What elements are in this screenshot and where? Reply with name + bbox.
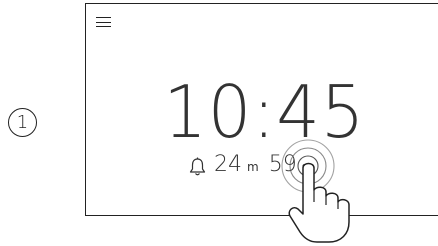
timer-minutes: 24	[214, 152, 242, 177]
timer-minutes-unit: m	[247, 160, 259, 174]
step-number-badge: 1	[8, 108, 37, 137]
clock-display: 10:45	[86, 76, 438, 148]
step-number: 1	[16, 112, 29, 133]
timer-countdown[interactable]: 24 m 59 s	[189, 152, 318, 182]
bell-icon	[189, 157, 206, 176]
timer-seconds-unit: s	[301, 160, 308, 174]
illustration-stage: 1 10:45 24 m 59 s	[0, 0, 438, 246]
timer-seconds[interactable]: 59	[269, 152, 297, 177]
hamburger-menu-icon[interactable]	[96, 16, 111, 29]
clock-time: 10:45	[163, 70, 365, 154]
device-screen: 10:45 24 m 59 s	[85, 3, 438, 216]
